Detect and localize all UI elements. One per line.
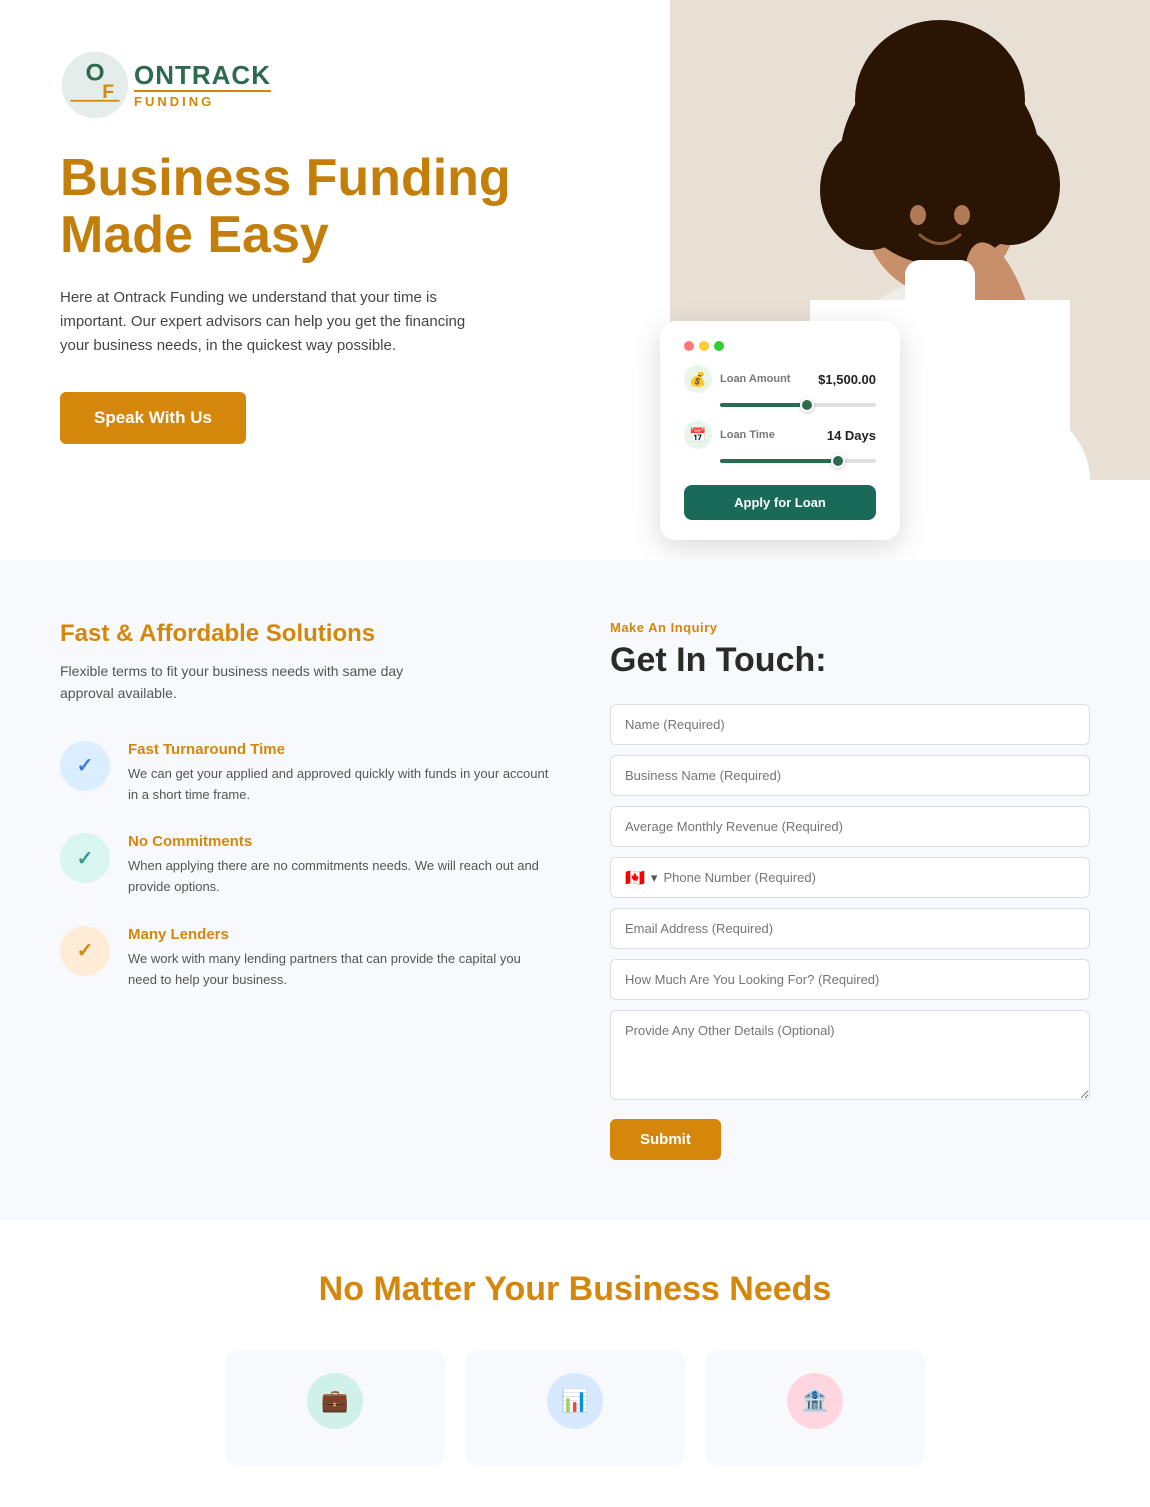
feature-icon-fast-turnaround: ✓ xyxy=(60,741,110,791)
feature-content-0: Fast Turnaround Time We can get your app… xyxy=(128,741,550,806)
submit-button[interactable]: Submit xyxy=(610,1119,721,1160)
feature-icon-no-commitments: ✓ xyxy=(60,833,110,883)
loan-slider-thumb xyxy=(800,398,814,412)
feature-content-2: Many Lenders We work with many lending p… xyxy=(128,926,550,991)
apply-for-loan-button[interactable]: Apply for Loan xyxy=(684,485,876,520)
hero-description: Here at Ontrack Funding we understand th… xyxy=(60,286,480,358)
loan-time-icon: 📅 xyxy=(684,421,712,449)
features-column: Fast & Affordable Solutions Flexible ter… xyxy=(60,620,550,1160)
loan-amount-label: Loan Amount xyxy=(720,373,790,385)
dot-red xyxy=(684,341,694,351)
logo-text-block: ONTRACK FUNDING xyxy=(134,62,271,109)
loan-time-label-area: 📅 Loan Time xyxy=(684,421,775,449)
email-input[interactable] xyxy=(610,908,1090,949)
feature-text-1: When applying there are no commitments n… xyxy=(128,856,550,898)
logo-area: O F ONTRACK FUNDING xyxy=(60,50,1090,120)
phone-flag: 🇨🇦 xyxy=(625,868,645,888)
feature-item-2: ✓ Many Lenders We work with many lending… xyxy=(60,926,550,991)
feature-item-1: ✓ No Commitments When applying there are… xyxy=(60,833,550,898)
speak-with-us-button[interactable]: Speak With Us xyxy=(60,392,246,444)
loan-amount-label-area: 💰 Loan Amount xyxy=(684,365,790,393)
form-inquiry-label: Make An Inquiry xyxy=(610,620,1090,635)
loan-time-slider-thumb xyxy=(831,454,845,468)
revenue-input[interactable] xyxy=(610,806,1090,847)
features-title: Fast & Affordable Solutions xyxy=(60,620,550,648)
form-title: Get In Touch: xyxy=(610,641,1090,680)
middle-section: Fast & Affordable Solutions Flexible ter… xyxy=(0,560,1150,1220)
bottom-section: No Matter Your Business Needs 💼 📊 🏦 xyxy=(0,1220,1150,1507)
phone-input[interactable] xyxy=(663,858,1075,897)
bottom-cards: 💼 📊 🏦 xyxy=(60,1349,1090,1467)
widget-dots xyxy=(684,341,876,351)
feature-item-0: ✓ Fast Turnaround Time We can get your a… xyxy=(60,741,550,806)
hero-title: Business Funding Made Easy xyxy=(60,150,520,264)
loan-time-value: 14 Days xyxy=(827,428,876,443)
feature-text-2: We work with many lending partners that … xyxy=(128,949,550,991)
loan-time-slider-track[interactable] xyxy=(720,459,876,463)
loan-time-slider-fill xyxy=(720,459,845,463)
business-name-input[interactable] xyxy=(610,755,1090,796)
loan-time-row: 📅 Loan Time 14 Days xyxy=(684,421,876,449)
loan-slider-track[interactable] xyxy=(720,403,876,407)
bottom-card-icon-0: 💼 xyxy=(307,1373,363,1429)
details-textarea[interactable] xyxy=(610,1010,1090,1100)
feature-icon-many-lenders: ✓ xyxy=(60,926,110,976)
bottom-card-0: 💼 xyxy=(225,1349,445,1467)
loan-amount-icon: 💰 xyxy=(684,365,712,393)
bottom-card-icon-1: 📊 xyxy=(547,1373,603,1429)
feature-title-1: No Commitments xyxy=(128,833,550,850)
form-column: Make An Inquiry Get In Touch: 🇨🇦 ▾ Submi… xyxy=(610,620,1090,1160)
logo-main-text: ONTRACK xyxy=(134,62,271,88)
feature-content-1: No Commitments When applying there are n… xyxy=(128,833,550,898)
page-wrapper: O F ONTRACK FUNDING Business Funding Mad… xyxy=(0,0,1150,1507)
bottom-title: No Matter Your Business Needs xyxy=(60,1270,1090,1309)
feature-title-2: Many Lenders xyxy=(128,926,550,943)
feature-title-0: Fast Turnaround Time xyxy=(128,741,550,758)
phone-code: ▾ xyxy=(651,870,658,886)
amount-input[interactable] xyxy=(610,959,1090,1000)
bottom-card-icon-2: 🏦 xyxy=(787,1373,843,1429)
dot-yellow xyxy=(699,341,709,351)
logo-sub-text: FUNDING xyxy=(134,90,271,109)
hero-left: O F ONTRACK FUNDING Business Funding Mad… xyxy=(60,40,1090,444)
hero-section: O F ONTRACK FUNDING Business Funding Mad… xyxy=(0,0,1150,560)
name-input[interactable] xyxy=(610,704,1090,745)
dot-green xyxy=(714,341,724,351)
phone-row: 🇨🇦 ▾ xyxy=(610,857,1090,898)
loan-time-label: Loan Time xyxy=(720,429,775,441)
feature-text-0: We can get your applied and approved qui… xyxy=(128,764,550,806)
logo-icon: O F xyxy=(60,50,130,120)
loan-amount-value: $1,500.00 xyxy=(818,372,876,387)
loan-amount-row: 💰 Loan Amount $1,500.00 xyxy=(684,365,876,393)
bottom-card-2: 🏦 xyxy=(705,1349,925,1467)
features-description: Flexible terms to fit your business need… xyxy=(60,660,440,705)
bottom-card-1: 📊 xyxy=(465,1349,685,1467)
loan-widget: 💰 Loan Amount $1,500.00 📅 Loan Time 14 D… xyxy=(660,321,900,540)
